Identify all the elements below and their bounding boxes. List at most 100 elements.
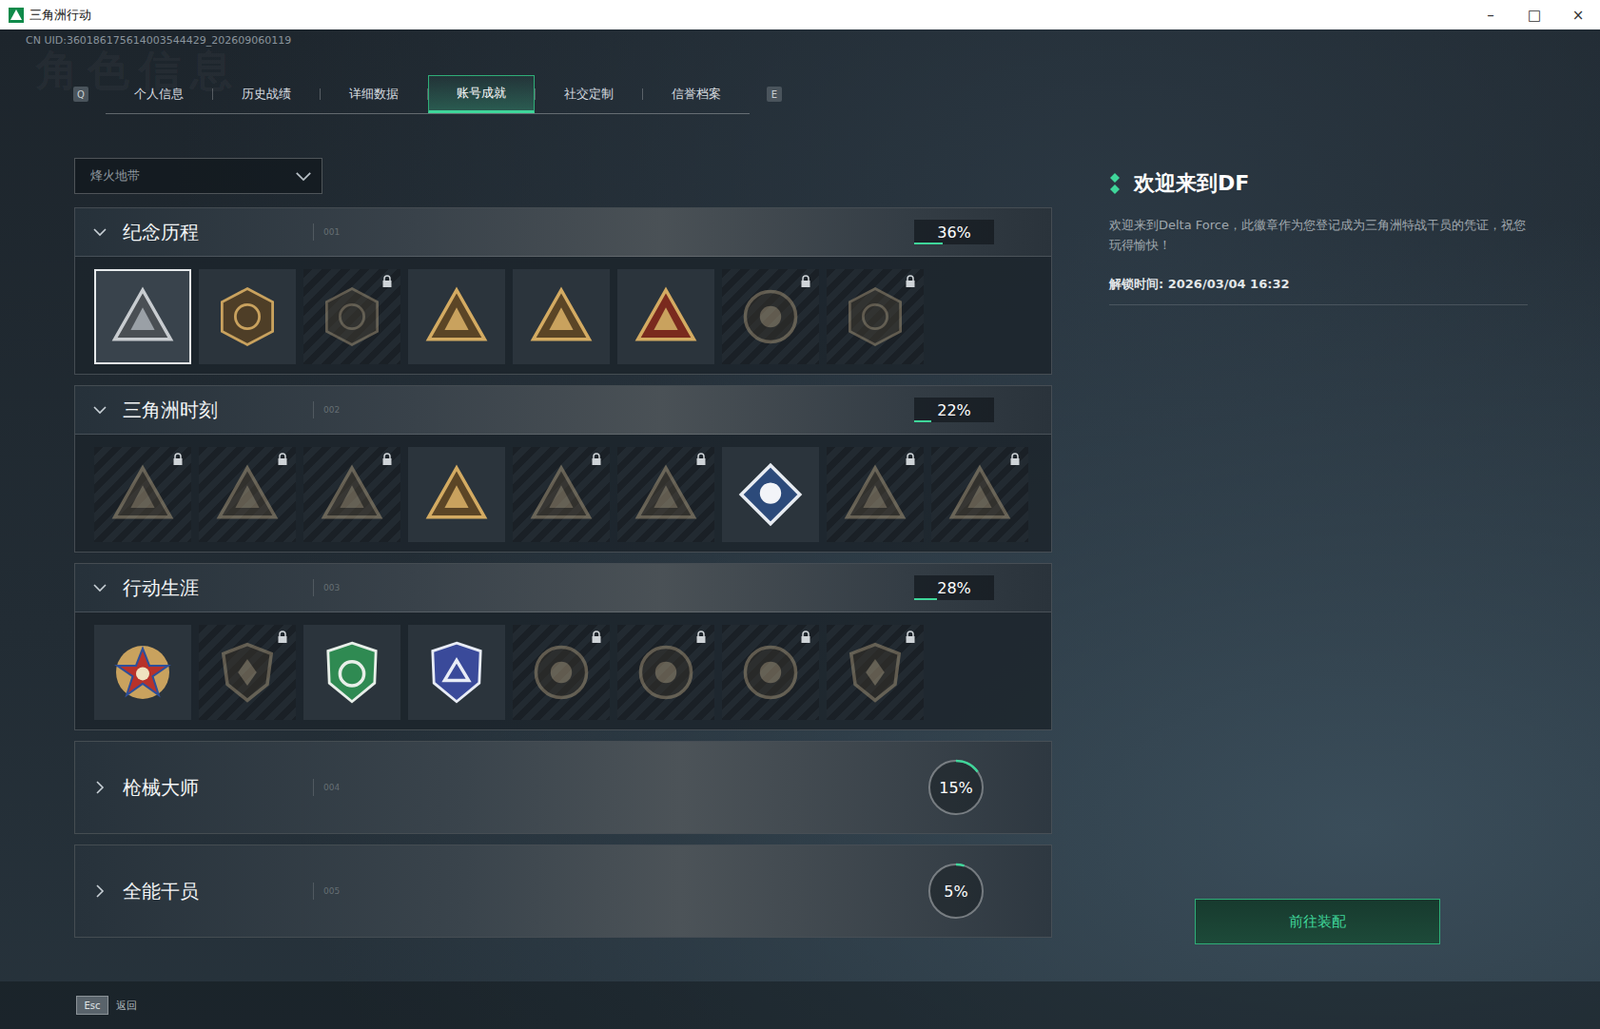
player-uid: CN UID:360186175614003544429_20260906011… — [0, 29, 1600, 51]
tab[interactable]: 信誉档案 — [643, 75, 750, 114]
lock-icon — [590, 452, 603, 467]
badge-tile[interactable] — [617, 269, 715, 365]
lock-icon — [381, 274, 393, 289]
next-tab-key[interactable]: E — [766, 86, 782, 102]
badge-grid — [75, 434, 1052, 552]
badge-tile[interactable] — [303, 447, 401, 543]
badge-icon — [109, 639, 176, 706]
badge-icon — [423, 639, 490, 706]
badge-tile[interactable] — [617, 624, 715, 721]
badge-tile[interactable] — [826, 624, 924, 721]
badge-tile[interactable] — [303, 624, 401, 721]
badge-icon — [632, 639, 700, 706]
badge-tile[interactable] — [408, 269, 506, 365]
badge-tile[interactable] — [94, 624, 192, 721]
badge-icon — [318, 639, 386, 706]
badge-tile[interactable] — [512, 624, 610, 721]
tab[interactable]: 账号成就 — [428, 75, 535, 114]
lock-icon — [904, 630, 917, 644]
badge-tile[interactable] — [408, 624, 506, 721]
badge-tile[interactable] — [198, 447, 296, 543]
section-code: 004 — [323, 782, 340, 793]
unlock-time: 解锁时间: 2026/03/04 16:32 — [1109, 275, 1528, 293]
chevron-down-icon — [92, 224, 108, 240]
equip-button[interactable]: 前往装配 — [1194, 898, 1441, 945]
section-header[interactable]: 纪念历程 001 36% — [75, 208, 1052, 257]
badge-tile[interactable] — [721, 624, 820, 721]
section-divider — [312, 223, 314, 241]
badge-icon — [318, 461, 386, 528]
badge-tile[interactable] — [721, 447, 820, 543]
badge-icon — [841, 283, 909, 351]
section-header[interactable]: 行动生涯 003 28% — [75, 564, 1052, 613]
tab-separator — [319, 88, 321, 100]
section-percent: 22% — [914, 397, 995, 423]
lock-icon — [904, 274, 917, 289]
mode-dropdown[interactable]: 烽火地带 — [74, 157, 323, 195]
badge-icon — [527, 283, 595, 351]
prev-tab-key[interactable]: Q — [73, 86, 89, 102]
chevron-down-icon — [294, 171, 313, 182]
lock-icon — [904, 452, 917, 467]
section-title: 三角洲时刻 — [122, 397, 313, 424]
progress-ring: 15% — [925, 757, 987, 819]
tab-separator — [534, 88, 536, 100]
detail-header: 欢迎来到DF — [1109, 169, 1528, 198]
badge-icon — [527, 461, 595, 528]
tab[interactable]: 社交定制 — [535, 75, 643, 114]
tab[interactable]: 历史战绩 — [213, 75, 320, 114]
section-header[interactable]: 枪械大师 004 15% — [75, 741, 1052, 834]
footer-bar: Esc 返回 — [0, 981, 1600, 1029]
tab[interactable]: 个人信息 — [105, 75, 213, 114]
badge-icon — [109, 283, 176, 351]
badge-tile[interactable] — [303, 269, 401, 365]
section-divider — [312, 779, 314, 797]
section-divider — [312, 579, 314, 597]
badge-icon — [109, 461, 176, 528]
section-code: 003 — [323, 583, 340, 593]
lock-icon — [276, 630, 289, 644]
achievement-list: 烽火地带 纪念历程 001 36% 三角洲时刻 002 22% 行动生涯 003… — [74, 157, 1053, 941]
section-code: 001 — [323, 227, 340, 237]
chevron-down-icon — [92, 580, 108, 596]
achievement-section: 纪念历程 001 36% — [74, 207, 1053, 375]
detail-title: 欢迎来到DF — [1133, 169, 1249, 198]
badge-tile[interactable] — [721, 269, 820, 365]
badge-icon — [841, 639, 909, 706]
badge-tile[interactable] — [512, 447, 610, 543]
content: 烽火地带 纪念历程 001 36% 三角洲时刻 002 22% 行动生涯 003… — [0, 157, 1600, 941]
badge-tile[interactable] — [826, 269, 924, 365]
badge-icon — [737, 461, 804, 528]
window-control-button[interactable]: □ — [1512, 6, 1557, 24]
badge-icon — [214, 461, 281, 528]
tab-separator — [212, 88, 214, 100]
achievement-section: 全能干员 005 5% — [74, 844, 1053, 938]
tab-separator — [642, 88, 644, 100]
badge-tile[interactable] — [94, 269, 192, 365]
badge-tile[interactable] — [617, 447, 715, 543]
tab[interactable]: 详细数据 — [320, 75, 428, 114]
badge-icon — [527, 639, 595, 706]
window-control-button[interactable]: × — [1556, 6, 1600, 24]
badge-tile[interactable] — [826, 447, 924, 543]
window-controls: –□× — [1468, 6, 1600, 24]
badge-icon — [318, 283, 386, 351]
detail-divider — [1109, 304, 1528, 306]
back-key[interactable]: Esc — [76, 995, 109, 1015]
section-header[interactable]: 全能干员 005 5% — [75, 845, 1052, 937]
dropdown-value: 烽火地带 — [90, 167, 295, 185]
badge-tile[interactable] — [512, 269, 610, 365]
section-header[interactable]: 三角洲时刻 002 22% — [75, 386, 1052, 435]
badge-tile[interactable] — [408, 447, 506, 543]
badge-icon — [214, 283, 281, 351]
achievement-section: 三角洲时刻 002 22% — [74, 385, 1053, 553]
game-window: 三角洲行动 –□× 角色信息 CN UID:360186175614003544… — [0, 0, 1600, 1029]
achievement-section: 行动生涯 003 28% — [74, 563, 1053, 731]
achievement-section: 枪械大师 004 15% — [74, 741, 1053, 835]
badge-tile[interactable] — [94, 447, 192, 543]
badge-tile[interactable] — [931, 447, 1029, 543]
badge-tile[interactable] — [198, 624, 296, 721]
badge-tile[interactable] — [198, 269, 296, 365]
lock-icon — [172, 452, 184, 467]
window-control-button[interactable]: – — [1468, 6, 1513, 24]
